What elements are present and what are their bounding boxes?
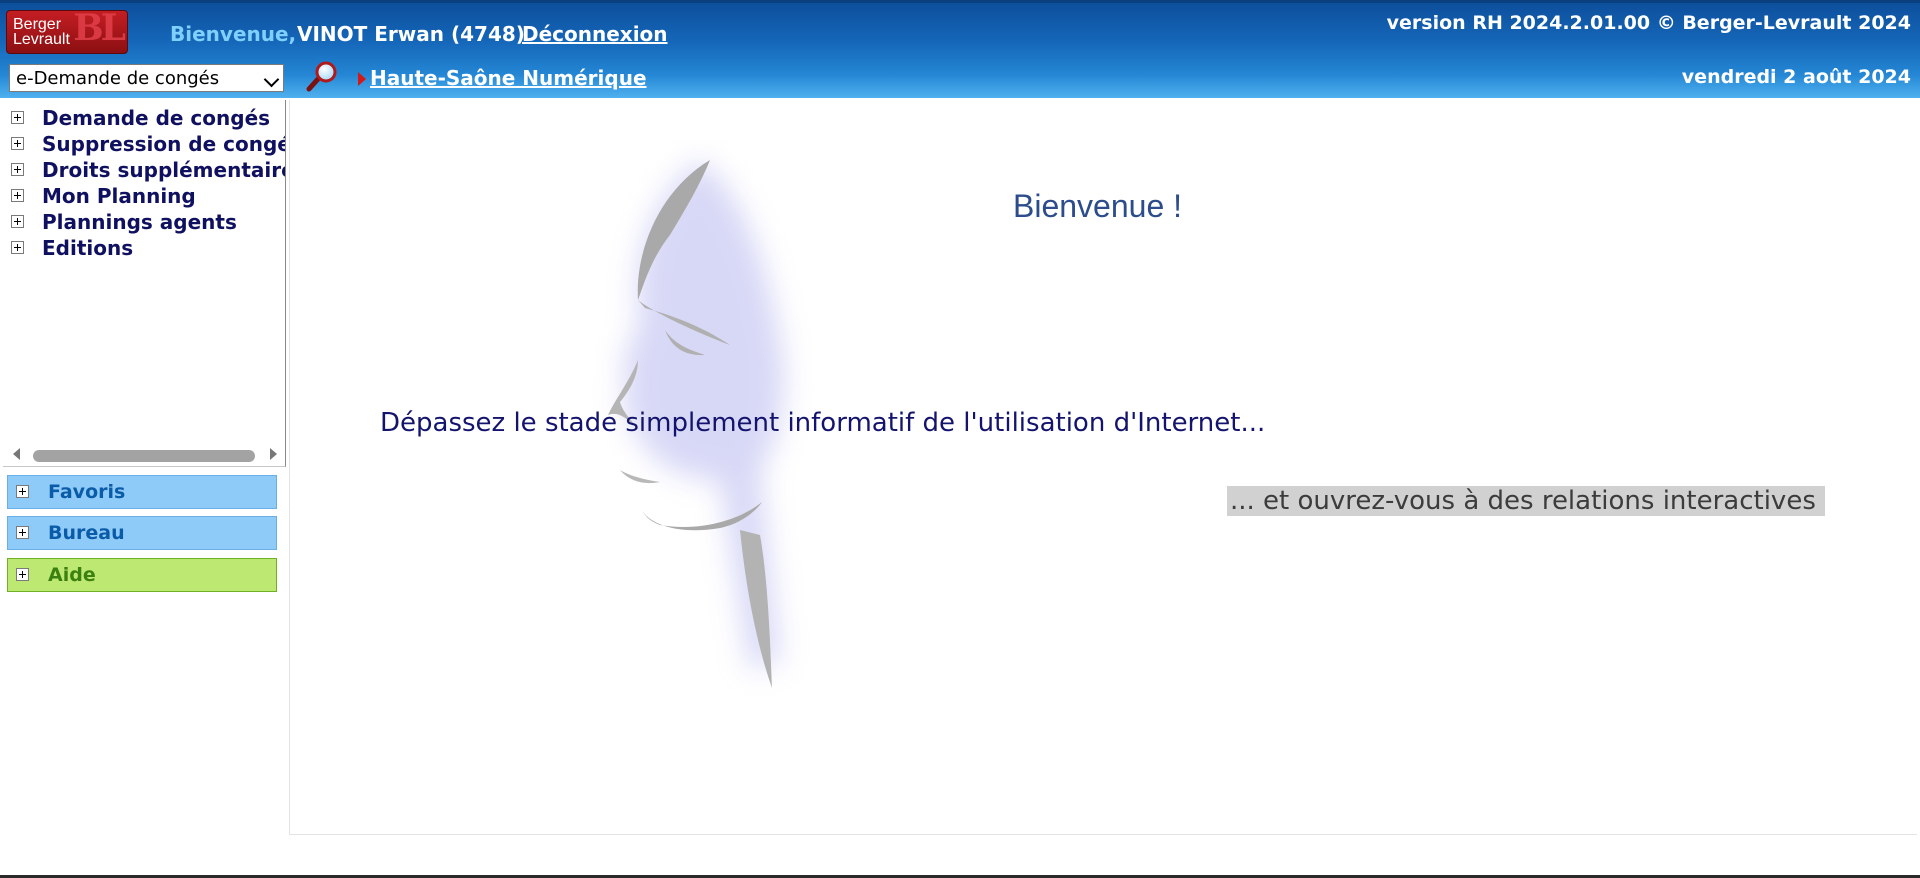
- current-date: vendredi 2 août 2024: [1681, 66, 1911, 88]
- expand-icon[interactable]: [11, 241, 24, 254]
- scrollbar-thumb[interactable]: [33, 450, 255, 462]
- module-select-value: e-Demande de congés: [16, 68, 220, 89]
- berger-levrault-logo: BL Berger Levrault: [6, 10, 128, 54]
- welcome-label: Bienvenue,: [170, 22, 297, 46]
- logo-mark: BL: [73, 10, 126, 49]
- module-select[interactable]: e-Demande de congés: [9, 64, 284, 92]
- version-text: version RH 2024.2.01.00 © Berger-Levraul…: [1386, 12, 1911, 34]
- panel-bureau[interactable]: Bureau: [7, 516, 277, 550]
- welcome-tagline: Dépassez le stade simplement informatif …: [380, 408, 1266, 438]
- tree-item-label: Editions: [42, 236, 134, 260]
- tree-item-label: Suppression de congés: [42, 132, 286, 156]
- scroll-right-icon[interactable]: [270, 448, 277, 460]
- expand-icon[interactable]: [11, 137, 24, 150]
- expand-icon[interactable]: [11, 163, 24, 176]
- expand-icon[interactable]: [11, 215, 24, 228]
- magnifier-icon: [306, 61, 337, 92]
- tree-item-label: Demande de congés: [42, 106, 271, 130]
- organization-link[interactable]: Haute-Saône Numérique: [370, 66, 647, 90]
- logo-word-2: Levrault: [13, 31, 70, 48]
- navigation-tree: Demande de congés Suppression de congés …: [3, 100, 286, 467]
- panel-favoris[interactable]: Favoris: [7, 475, 277, 509]
- horizontal-scrollbar[interactable]: [3, 443, 285, 465]
- expand-icon[interactable]: [11, 189, 24, 202]
- tree-item-label: Mon Planning: [42, 184, 196, 208]
- chevron-down-icon: [263, 71, 280, 88]
- tree-item-label: Plannings agents: [42, 210, 237, 234]
- expand-icon[interactable]: [16, 485, 29, 498]
- scroll-left-icon[interactable]: [13, 448, 20, 460]
- user-name: VINOT Erwan (4748): [297, 22, 525, 46]
- expand-icon[interactable]: [11, 111, 24, 124]
- search-button[interactable]: [305, 60, 341, 92]
- logout-link[interactable]: Déconnexion: [522, 22, 668, 46]
- panel-label: Aide: [48, 564, 96, 586]
- expand-icon[interactable]: [16, 568, 29, 581]
- app-header: BL Berger Levrault Bienvenue, VINOT Erwa…: [0, 0, 1920, 98]
- expand-icon[interactable]: [16, 526, 29, 539]
- welcome-heading: Bienvenue !: [1013, 188, 1183, 224]
- panel-label: Favoris: [48, 481, 126, 503]
- welcome-content: Bienvenue ! Dépassez le stade simplement…: [289, 100, 1917, 835]
- panel-label: Bureau: [48, 522, 125, 544]
- tree-item-label: Droits supplémentaires: [42, 158, 286, 182]
- panel-aide[interactable]: Aide: [7, 558, 277, 592]
- welcome-tagline-secondary: ... et ouvrez-vous à des relations inter…: [1227, 486, 1825, 516]
- arrow-right-icon: [358, 72, 366, 86]
